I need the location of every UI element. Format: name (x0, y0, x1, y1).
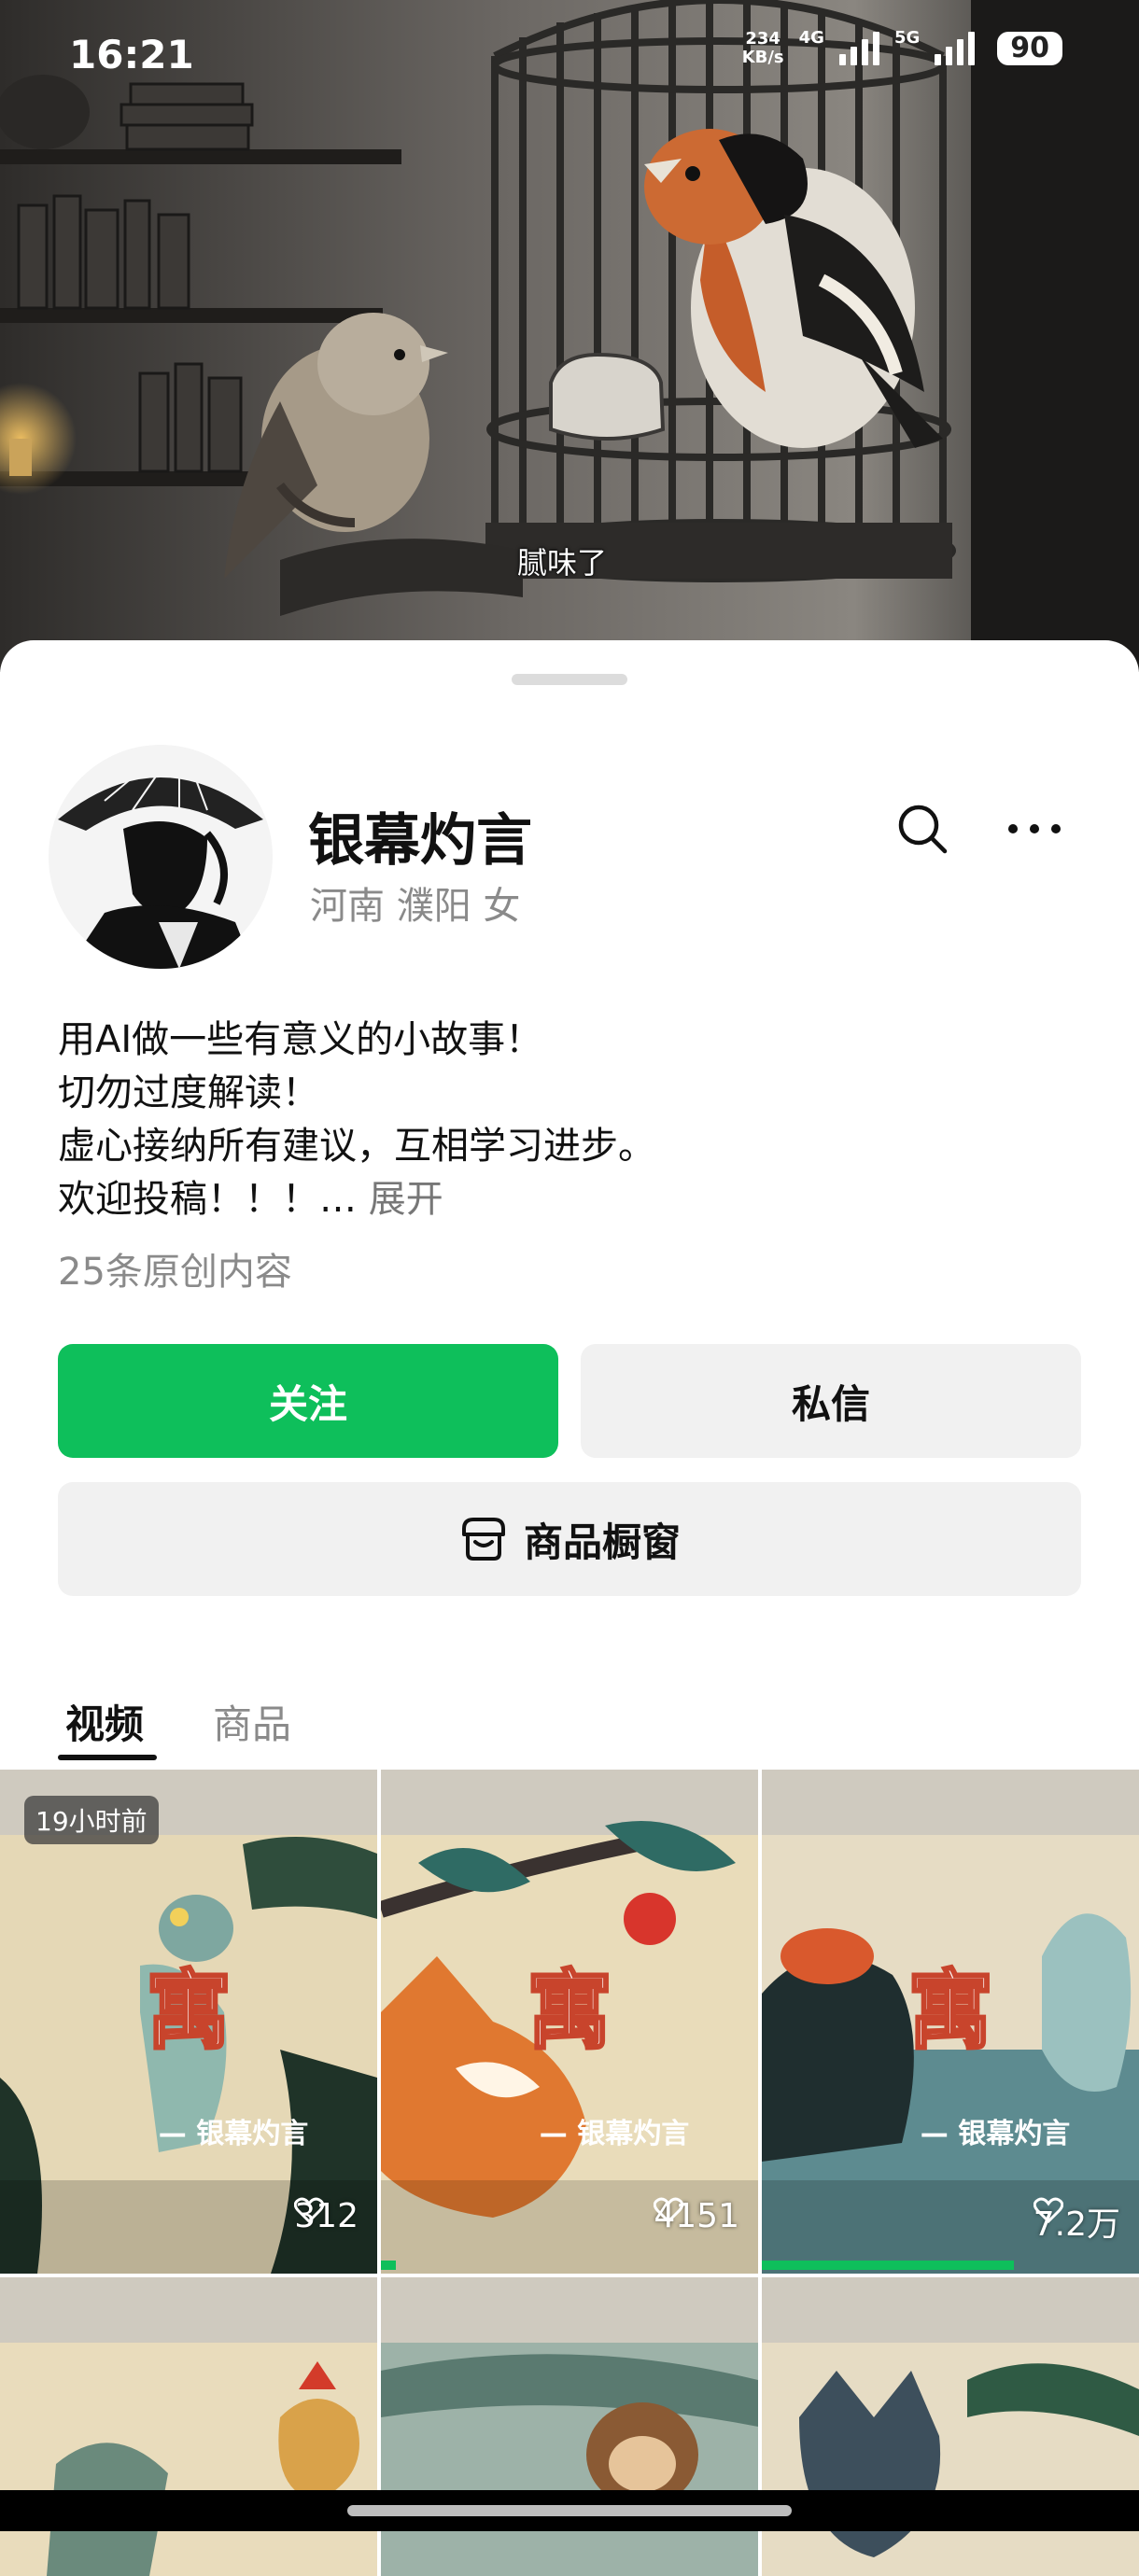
like-count: 4151 (654, 2197, 739, 2235)
video-tile[interactable] (0, 2277, 377, 2576)
shop-window-button[interactable]: 商品橱窗 (58, 1482, 1081, 1596)
search-icon (898, 805, 948, 854)
like-count: 7.2万 (1033, 2197, 1120, 2246)
tab-active-indicator (58, 1755, 157, 1760)
network-speed: 234 KB/s (741, 29, 784, 67)
heart-icon (1033, 2197, 1063, 2223)
signal-icon-2 (935, 32, 976, 65)
avatar-image (49, 745, 273, 969)
more-icon (1008, 824, 1061, 833)
svg-text:寓: 寓 (907, 1961, 993, 2061)
profile-name: 银幕灼言 (308, 808, 532, 874)
status-time: 16:21 (69, 32, 194, 77)
profile-bio: 用AI做一些有意义的小故事！ 切勿过度解读！ 虚心接纳所有建议，互相学习进步。 … (58, 1018, 655, 1221)
more-button[interactable] (997, 791, 1072, 866)
video-tile[interactable]: 寓 — 银幕灼言 7.2万 (762, 1770, 1139, 2274)
video-tile[interactable] (381, 2277, 758, 2576)
profile-sheet: 银幕灼言 河南 濮阳 女 用AI做一些有意义的小故事！ 切勿过度解读！ 虚心接纳… (0, 640, 1139, 2576)
home-indicator[interactable] (347, 2505, 792, 2516)
video-tile[interactable]: 寓 — 银幕灼言 19小时前 312 (0, 1770, 377, 2274)
message-button[interactable]: 私信 (581, 1344, 1081, 1458)
network-type-5g: 5G (893, 27, 921, 48)
status-indicators: 234 KB/s 4G 5G 90 (741, 27, 1062, 67)
like-count: 312 (294, 2197, 359, 2235)
original-content-count: 25条原创内容 (58, 1251, 292, 1294)
video-thumbnail (0, 2277, 377, 2576)
watch-progress-bar (762, 2261, 1014, 2270)
drag-handle[interactable] (512, 674, 627, 685)
time-badge: 19小时前 (24, 1796, 159, 1844)
svg-text:寓: 寓 (146, 1961, 232, 2061)
profile-location: 河南 濮阳 女 (310, 885, 521, 928)
video-thumbnail (762, 2277, 1139, 2576)
status-bar: 16:21 234 KB/s 4G 5G 90 (0, 0, 1139, 112)
watch-progress-bar (381, 2261, 396, 2270)
signal-icon (838, 32, 879, 65)
svg-text:— 银幕灼言: — 银幕灼言 (540, 2118, 689, 2150)
heart-icon (654, 2197, 684, 2223)
heart-icon (294, 2197, 325, 2223)
tab-videos[interactable]: 视频 (65, 1693, 144, 1750)
follow-button[interactable]: 关注 (58, 1344, 558, 1458)
svg-text:寓: 寓 (527, 1961, 612, 2061)
network-type-4g: 4G (798, 27, 824, 48)
video-thumbnail (381, 2277, 758, 2576)
bio-expand-link[interactable]: 展开 (369, 1178, 443, 1221)
shop-window-label: 商品橱窗 (523, 1519, 681, 1565)
svg-text:— 银幕灼言: — 银幕灼言 (921, 2118, 1070, 2150)
video-tile[interactable] (762, 2277, 1139, 2576)
search-button[interactable] (885, 791, 960, 866)
video-caption: 腻味了 (517, 545, 608, 581)
tab-products[interactable]: 商品 (213, 1693, 291, 1750)
battery-indicator: 90 (997, 32, 1062, 65)
shop-icon (461, 1518, 505, 1561)
svg-text:— 银幕灼言: — 银幕灼言 (159, 2118, 308, 2150)
video-player[interactable]: 16:21 234 KB/s 4G 5G 90 腻味了 (0, 0, 1139, 672)
avatar[interactable] (49, 745, 273, 969)
video-tile[interactable]: 寓 — 银幕灼言 4151 (381, 1770, 758, 2274)
